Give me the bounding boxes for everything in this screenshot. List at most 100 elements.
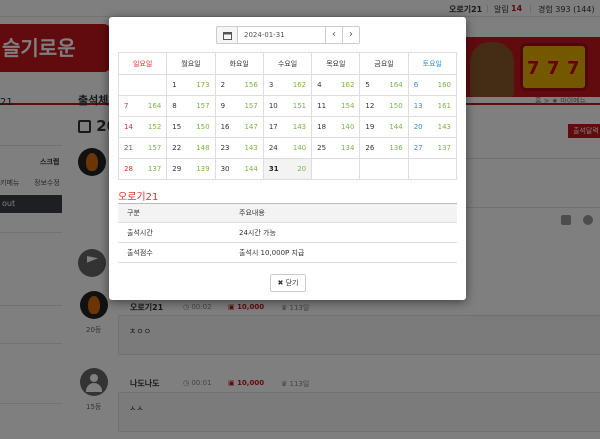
calendar-attendance-count: 162 [292,81,307,89]
next-month-button[interactable]: › [343,26,360,44]
close-icon: ✖ [277,279,284,287]
calendar-attendance-count: 136 [389,144,403,152]
calendar-day-number: 22 [172,144,182,152]
calendar-day-number: 30 [220,165,230,173]
calendar-day-cell[interactable]: 10 151 [262,95,313,117]
calendar-attendance-count: 157 [244,102,258,110]
calendar-day-cell[interactable]: 14 152 [117,116,168,138]
table-row: 출석시간 24시간 가능 [118,222,457,243]
calendar-day-number: 1 [172,81,177,89]
close-button-label: 닫기 [285,279,299,287]
calendar-day-cell[interactable]: 19 144 [359,116,409,138]
calendar-week-row: 14 152 15 150 16 147 17 143 18 140 19 144 20 143 [117,116,458,138]
calendar-attendance-count: 162 [341,81,355,89]
calendar-day-cell[interactable]: 28 137 [117,158,168,180]
calendar-attendance-count: 157 [147,144,162,152]
calendar-day-number: 16 [220,123,230,131]
info-header: 구분 [118,203,230,223]
calendar-day-cell[interactable]: 13 161 [407,95,458,117]
calendar-attendance-count: 144 [389,123,403,131]
calendar-attendance-count: 164 [147,102,162,110]
calendar-attendance-count: 140 [292,144,307,152]
calendar-day-cell[interactable]: 21 157 [117,137,168,159]
weekday-header: 화요일 [214,52,264,75]
calendar-attendance-count: 148 [196,144,210,152]
date-input[interactable]: 2024-01-31 [238,26,326,44]
attendance-calendar-modal: 2024-01-31 ‹ › 일요일 월요일 화요일 수요일 목요일 금요일 토요일 1 17… [109,17,466,300]
calendar-day-cell[interactable]: 25 134 [311,137,361,159]
calendar-day-number: 20 [413,123,423,131]
calendar-day-cell[interactable]: 1 173 [166,74,216,96]
calendar-day-number: 10 [268,102,278,110]
calendar-day-number: 15 [172,123,182,131]
calendar-attendance-count: 137 [437,144,451,152]
calendar-day-cell[interactable]: 8 157 [166,95,216,117]
calendar-day-cell[interactable]: 27 137 [407,137,458,159]
close-button[interactable]: ✖ 닫기 [270,274,306,292]
calendar-week-row: 7 164 8 157 9 157 10 151 11 154 12 150 13 161 [117,95,458,117]
calendar-day-number: 17 [268,123,278,131]
prev-month-button[interactable]: ‹ [326,26,343,44]
calendar-day-cell[interactable]: 29 139 [166,158,216,180]
weekday-header: 수요일 [262,52,313,75]
calendar-attendance-count: 156 [244,81,258,89]
calendar-day-cell[interactable]: 11 154 [311,95,361,117]
calendar-day-cell[interactable]: 12 150 [359,95,409,117]
calendar-day-cell[interactable]: 3 162 [262,74,313,96]
calendar-day-cell[interactable]: 31 20 [262,158,313,180]
calendar-attendance-count: 140 [341,123,355,131]
calendar-day-cell[interactable]: 22 148 [166,137,216,159]
calendar-day-number: 9 [220,102,226,110]
calendar-attendance-count: 150 [196,123,210,131]
calendar-day-number: 5 [365,81,370,89]
weekday-header: 월요일 [166,52,216,75]
calendar-day-number: 26 [365,144,375,152]
calendar-day-number: 25 [317,144,327,152]
calendar-day-cell[interactable]: 23 143 [214,137,264,159]
calendar-day-cell [407,158,458,180]
attendance-calendar: 일요일 월요일 화요일 수요일 목요일 금요일 토요일 1 173 2 156 3 162 4 162 5 1… [117,52,458,180]
calendar-day-cell[interactable]: 5 164 [359,74,409,96]
calendar-day-number: 2 [220,81,226,89]
calendar-day-number: 13 [413,102,423,110]
calendar-day-cell[interactable]: 24 140 [262,137,313,159]
weekday-header: 토요일 [407,52,458,75]
info-header: 주요내용 [230,203,457,223]
calendar-icon[interactable] [216,26,238,44]
weekday-header: 목요일 [311,52,361,75]
calendar-day-number: 27 [413,144,423,152]
weekday-header: 금요일 [359,52,409,75]
calendar-day-cell[interactable]: 30 144 [214,158,264,180]
calendar-attendance-count: 20 [297,165,307,173]
calendar-day-cell[interactable]: 16 147 [214,116,264,138]
calendar-attendance-count: 143 [292,123,307,131]
calendar-day-cell[interactable]: 4 162 [311,74,361,96]
calendar-day-cell[interactable]: 15 150 [166,116,216,138]
calendar-day-cell [359,158,409,180]
calendar-day-cell[interactable]: 9 157 [214,95,264,117]
calendar-day-cell[interactable]: 26 136 [359,137,409,159]
calendar-day-number: 24 [268,144,278,152]
calendar-day-cell[interactable]: 6 160 [407,74,458,96]
calendar-day-number: 3 [268,81,274,89]
calendar-day-number: 14 [124,123,133,131]
calendar-day-cell[interactable]: 20 143 [407,116,458,138]
table-row: 출석점수 출석시 10,000P 지급 [118,242,457,263]
calendar-day-cell[interactable]: 7 164 [117,95,168,117]
calendar-day-cell[interactable]: 2 156 [214,74,264,96]
calendar-attendance-count: 134 [341,144,355,152]
calendar-day-cell[interactable]: 17 143 [262,116,313,138]
calendar-week-row: 28 137 29 139 30 144 31 20 [117,158,458,180]
calendar-attendance-count: 160 [437,81,451,89]
calendar-day-cell[interactable]: 18 140 [311,116,361,138]
calendar-day-number: 11 [317,102,327,110]
calendar-day-number: 21 [124,144,133,152]
calendar-attendance-count: 143 [244,144,258,152]
calendar-attendance-count: 139 [196,165,210,173]
info-title: 오로기21 [118,192,159,203]
calendar-day-number: 18 [317,123,327,131]
calendar-attendance-count: 137 [147,165,162,173]
info-cell: 출석점수 [118,242,230,263]
calendar-attendance-count: 147 [244,123,258,131]
calendar-attendance-count: 152 [147,123,162,131]
